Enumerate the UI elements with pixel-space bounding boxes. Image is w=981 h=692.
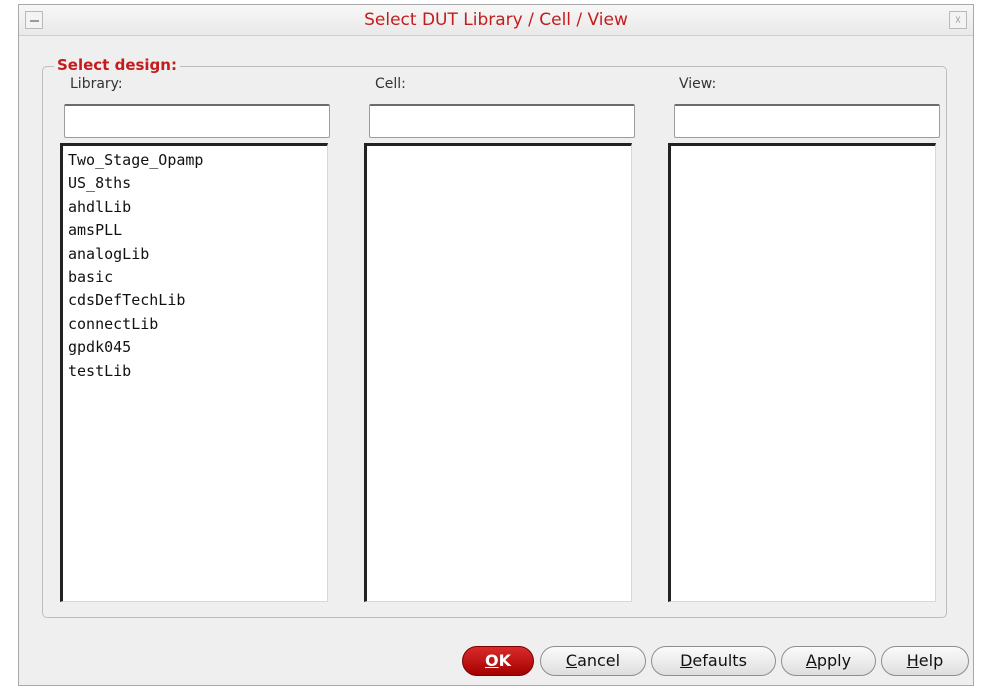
title-bar[interactable]: Select DUT Library / Cell / View ☓ <box>19 5 973 36</box>
ok-mnemonic: O <box>484 651 499 670</box>
close-button[interactable]: ☓ <box>949 11 967 29</box>
apply-label-rest: pply <box>816 651 852 670</box>
defaults-label-rest: efaults <box>692 651 747 670</box>
library-filter-input[interactable] <box>64 104 330 138</box>
view-listbox[interactable] <box>668 143 936 602</box>
library-label: Library: <box>70 76 123 92</box>
cell-label: Cell: <box>375 76 406 92</box>
ok-button[interactable]: OK <box>462 646 534 676</box>
cancel-button[interactable]: Cancel <box>540 646 646 676</box>
cell-filter-input[interactable] <box>369 104 635 138</box>
apply-button[interactable]: Apply <box>781 646 876 676</box>
cancel-mnemonic: C <box>565 651 578 670</box>
view-filter-input[interactable] <box>674 104 940 138</box>
defaults-button[interactable]: Defaults <box>651 646 776 676</box>
library-list-item[interactable]: ahdlLib <box>63 196 327 219</box>
help-mnemonic: H <box>906 651 919 670</box>
library-listbox[interactable]: Two_Stage_Opamp US_8ths ahdlLib amsPLL analo… <box>60 143 328 602</box>
library-list-item[interactable]: Two_Stage_Opamp <box>63 149 327 172</box>
help-button[interactable]: Help <box>881 646 969 676</box>
apply-mnemonic: A <box>805 651 817 670</box>
library-list-item[interactable]: connectLib <box>63 313 327 336</box>
cell-listbox[interactable] <box>364 143 632 602</box>
window-title: Select DUT Library / Cell / View <box>364 10 628 30</box>
help-label-rest: elp <box>918 651 944 670</box>
library-list-item[interactable]: amsPLL <box>63 219 327 242</box>
close-icon: ☓ <box>954 13 962 27</box>
library-list-item[interactable]: gpdk045 <box>63 336 327 359</box>
library-list-item[interactable]: US_8ths <box>63 172 327 195</box>
ok-label-rest: K <box>498 651 511 670</box>
view-label: View: <box>679 76 717 92</box>
defaults-mnemonic: D <box>680 651 693 670</box>
library-list-item[interactable]: basic <box>63 266 327 289</box>
group-title: Select design: <box>54 56 180 74</box>
cancel-label-rest: ancel <box>577 651 621 670</box>
library-list-item[interactable]: cdsDefTechLib <box>63 289 327 312</box>
library-list-item[interactable]: analogLib <box>63 243 327 266</box>
library-list-item[interactable]: testLib <box>63 360 327 383</box>
